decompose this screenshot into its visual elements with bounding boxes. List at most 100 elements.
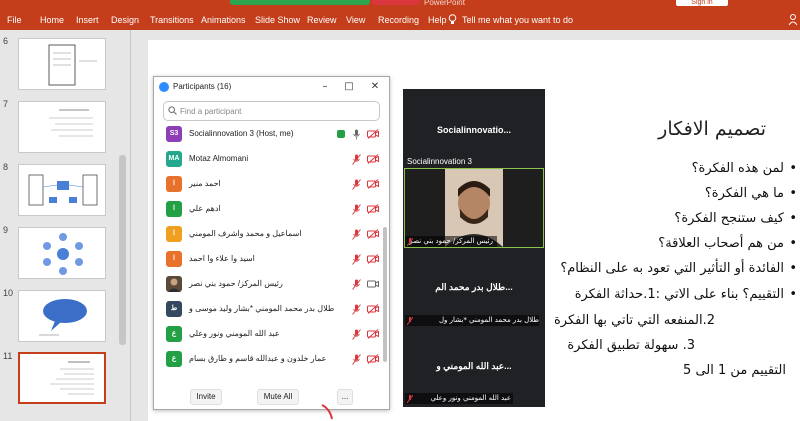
participant-row[interactable]: ع عمار خلدون و عبدالله قاسم و طارق بسام [154,347,382,372]
tab-transitions[interactable]: Transitions [150,15,194,25]
close-icon[interactable]: ✕ [368,80,382,94]
slide-bullet[interactable]: التقييم؟ بناء على الاتي :1.حداثة الفكرة [575,287,798,302]
video-tile-caption: رئيس المركز/ حمود بني نصر [409,237,493,245]
video-off-icon[interactable] [367,304,379,314]
flow-diagram-icon [28,174,98,206]
maximize-icon[interactable]: □ [342,80,356,94]
tab-animations[interactable]: Animations [201,15,246,25]
participant-row[interactable]: ا اسماعيل و محمد واشرف المومني [154,222,382,247]
participant-row[interactable]: ط طلال بدر محمد المومني *بشار وليد موسى … [154,297,382,322]
avatar: ا [166,176,182,192]
video-off-icon[interactable] [367,254,379,264]
avatar: ا [166,226,182,242]
thumbnail-scrollbar[interactable] [119,155,126,345]
avatar: S3 [166,126,182,142]
slide-title[interactable]: تصميم الافكار [658,118,766,140]
slide-thumbnail-10[interactable] [18,290,106,342]
participant-row[interactable]: رئيس المركز/ حمود بني نصر [154,272,382,297]
microphone-muted-icon[interactable] [352,154,361,165]
tab-view[interactable]: View [346,15,365,25]
search-input[interactable] [180,104,375,118]
microphone-muted-icon[interactable] [352,179,361,190]
window-title: PowerPoint [424,0,465,7]
slide-thumbnail-7[interactable] [18,101,106,153]
microphone-muted-icon[interactable] [352,254,361,265]
microphone-muted-icon [407,238,413,246]
slide-bullet[interactable]: ما هي الفكرة؟ [705,186,797,201]
microphone-muted-icon[interactable] [352,279,361,290]
recording-indicator[interactable] [230,0,370,5]
slide-bullet[interactable]: من هم أصحاب العلاقة؟ [658,236,796,251]
slide-numbered-item[interactable]: 2.المنفعه التي تاتي بها الفكرة [554,313,715,328]
microphone-muted-icon[interactable] [352,204,361,215]
tab-recording[interactable]: Recording [378,15,419,25]
participant-row[interactable]: MA Motaz Almomani [154,147,382,172]
microphone-muted-icon[interactable] [352,354,361,365]
participant-name: عمار خلدون و عبدالله قاسم و طارق بسام [189,354,327,363]
microphone-muted-icon[interactable] [352,229,361,240]
slide-thumbnail-6[interactable] [18,38,106,90]
thumb-number: 9 [3,225,9,235]
share-person-icon[interactable] [788,13,798,26]
avatar: ا [166,201,182,217]
participants-scrollbar[interactable] [383,227,387,362]
microphone-muted-icon [407,395,413,403]
slide-bullet[interactable]: كيف ستنجح الفكرة؟ [674,211,796,226]
mute-all-button[interactable]: Mute All [257,389,299,405]
tab-help[interactable]: Help [428,15,447,25]
slide-thumbnail-11[interactable] [18,352,106,404]
participants-title: Participants (16) [173,82,232,91]
search-icon [168,106,177,115]
tab-insert[interactable]: Insert [76,15,99,25]
participant-row[interactable]: S3 Socialinnovation 3 (Host, me) [154,122,382,147]
minimize-icon[interactable]: – [318,80,332,94]
slide-thumbnail-9[interactable] [18,227,106,279]
tab-home[interactable]: Home [40,15,64,25]
participant-name: عبد الله المومني ونور وعلي [189,329,280,338]
participant-row[interactable]: ا احمد منير [154,172,382,197]
text-lines-icon [50,361,94,395]
tab-review[interactable]: Review [307,15,337,25]
invite-button[interactable]: Invite [190,389,222,405]
participants-footer: Invite Mute All ... [154,386,389,410]
participant-row[interactable]: ا اسيد وا علاء وا احمد [154,247,382,272]
video-gallery: Socialinnovatio... Socialinnovation 3 طل… [403,89,545,407]
video-off-icon[interactable] [367,179,379,189]
tab-slide-show[interactable]: Slide Show [255,15,300,25]
slide-thumbnail-8[interactable] [18,164,106,216]
thumb-number: 11 [3,351,13,361]
video-off-icon[interactable] [367,354,379,364]
video-off-icon[interactable] [367,154,379,164]
radial-diagram-icon [43,233,83,275]
video-off-icon[interactable] [367,129,379,139]
slide-bullet[interactable]: لمن هذه الفكرة؟ [692,161,798,176]
participant-search-box[interactable] [163,101,380,121]
avatar [166,276,182,292]
participant-row[interactable]: ع عبد الله المومني ونور وعلي [154,322,382,347]
thumb-number: 10 [3,288,14,298]
avatar: ع [166,326,182,342]
microphone-muted-icon[interactable] [352,329,361,340]
participants-header[interactable]: Participants (16) – □ ✕ [154,77,389,97]
slide-numbered-item[interactable]: 3. سهولة تطبيق الفكرة [567,338,695,353]
stop-share-button[interactable] [372,0,420,5]
microphone-icon[interactable] [352,129,361,140]
video-off-icon[interactable] [367,229,379,239]
video-on-icon[interactable] [367,279,379,289]
pane-divider[interactable] [130,30,131,421]
slide-footer-line[interactable]: التقييم من 1 الى 5 [683,363,786,378]
video-off-icon[interactable] [367,204,379,214]
sign-in-button[interactable]: Sign in [676,0,728,6]
video-off-icon[interactable] [367,329,379,339]
tab-design[interactable]: Design [111,15,139,25]
participant-name: اسماعيل و محمد واشرف المومني [189,229,302,238]
tab-file[interactable]: File [7,15,22,25]
microphone-muted-icon [407,317,413,325]
tell-me-search[interactable]: Tell me what you want to do [462,15,573,25]
slide-bullet[interactable]: الفائدة أو التأثير التي تعود به على النظ… [560,261,796,276]
avatar: ط [166,301,182,317]
participant-row[interactable]: ا ادهم علي [154,197,382,222]
scroll-drawing-icon [48,44,97,86]
microphone-muted-icon[interactable] [352,304,361,315]
active-speaker-video[interactable]: رئيس المركز/ حمود بني نصر [404,168,544,248]
